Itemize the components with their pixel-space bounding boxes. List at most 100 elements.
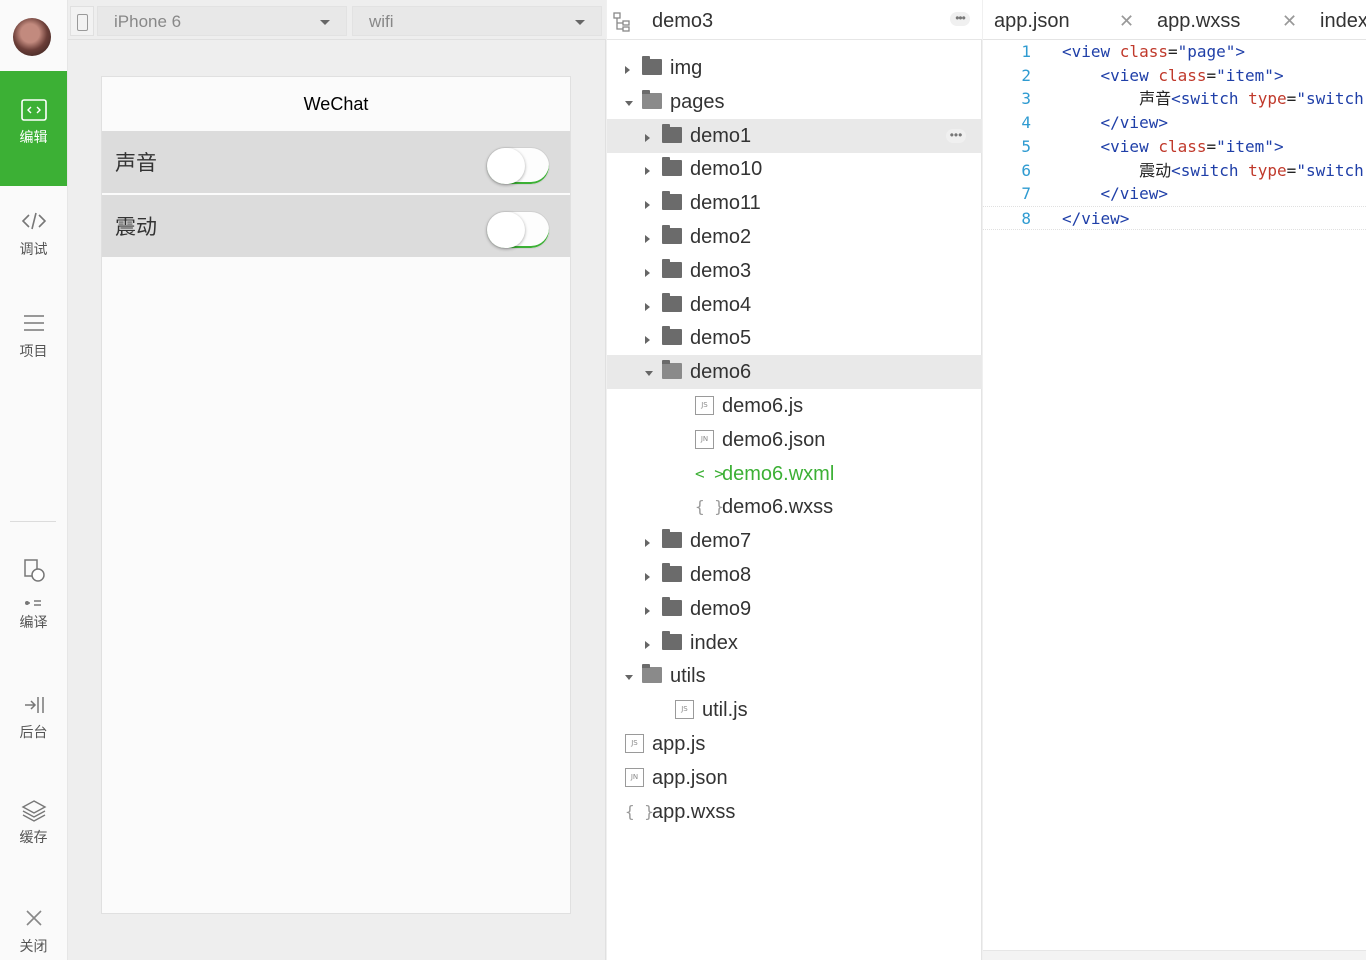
tree-item[interactable]: JS app.js — [607, 727, 982, 761]
chevron-down-icon[interactable] — [625, 101, 633, 106]
close-tab-icon[interactable]: ✕ — [1119, 0, 1134, 39]
tree-item[interactable]: { } app.wxss — [607, 795, 982, 829]
code-text: </view> — [1062, 208, 1130, 228]
network-select-value: wifi — [369, 12, 394, 31]
sound-switch[interactable] — [486, 147, 550, 185]
tab-app-wxss[interactable]: app.wxss ✕ — [1157, 0, 1307, 39]
vibrate-switch[interactable] — [486, 211, 550, 249]
line-number: 8 — [1021, 208, 1031, 228]
device-toggle-button[interactable] — [70, 6, 94, 36]
chevron-right-icon[interactable] — [645, 336, 650, 344]
nav-cache-button[interactable]: 缓存 — [0, 799, 67, 847]
chevron-right-icon[interactable] — [645, 539, 650, 547]
code-line: 6 震动<switch type="switch — [983, 159, 1366, 183]
tab-label: app.wxss — [1157, 10, 1241, 32]
chevron-right-icon[interactable] — [645, 134, 650, 142]
tree-item[interactable]: index — [607, 626, 982, 660]
project-name: demo3 — [652, 10, 714, 32]
tree-item[interactable]: demo9 — [607, 592, 982, 626]
tree-item-label: img — [670, 57, 703, 79]
tree-item[interactable]: pages — [607, 85, 982, 119]
tree-item-label: demo10 — [690, 158, 763, 180]
device-select[interactable]: iPhone 6 — [97, 6, 347, 36]
simulator-toolbar: iPhone 6 wifi — [68, 0, 606, 40]
tree-item[interactable]: JS util.js — [607, 693, 982, 727]
nav-close-button[interactable]: 关闭 — [0, 908, 67, 956]
horizontal-scrollbar[interactable] — [983, 950, 1366, 960]
tree-item[interactable]: demo11 — [607, 186, 982, 220]
editor-tabs: app.json ✕ app.wxss ✕ index — [983, 0, 1366, 40]
file-icon: JN — [625, 768, 644, 787]
network-select[interactable]: wifi — [352, 6, 602, 36]
tree-item[interactable]: demo6 — [607, 355, 982, 389]
nav-debug-button[interactable]: 调试 — [0, 211, 67, 259]
nav-compile-label: 编译 — [19, 615, 48, 631]
tree-item-label: app.js — [652, 733, 706, 755]
folder-icon — [662, 529, 682, 548]
chevron-right-icon[interactable] — [645, 573, 650, 581]
code-text: <view class="item"> — [1100, 136, 1284, 156]
code-text: 震动<switch type="switch — [1139, 160, 1364, 180]
file-icon: JN — [695, 430, 714, 449]
tree-item[interactable]: demo3 — [607, 254, 982, 288]
tree-item[interactable]: utils — [607, 659, 982, 693]
chevron-down-icon — [320, 20, 330, 25]
chevron-right-icon[interactable] — [645, 269, 650, 277]
tree-item[interactable]: demo2 — [607, 220, 982, 254]
tree-item[interactable]: demo1 ••• — [607, 119, 982, 153]
setting-label: 声音 — [115, 151, 157, 175]
cache-layers-icon — [0, 799, 67, 823]
chevron-down-icon[interactable] — [645, 371, 653, 376]
more-options-icon[interactable]: ••• — [946, 129, 966, 143]
nav-background-label: 后台 — [19, 725, 48, 741]
tree-item[interactable]: demo7 — [607, 524, 982, 558]
tree-item-label: demo8 — [690, 564, 752, 586]
close-tab-icon[interactable]: ✕ — [1282, 0, 1297, 39]
tab-app-json[interactable]: app.json ✕ — [994, 0, 1154, 39]
folder-icon — [662, 293, 682, 312]
user-avatar[interactable] — [13, 18, 51, 56]
compile-icon — [0, 556, 67, 608]
tree-item[interactable]: demo4 — [607, 288, 982, 322]
tree-item[interactable]: < > demo6.wxml — [607, 457, 982, 491]
code-line: 8 </view> — [983, 205, 1366, 230]
chevron-right-icon[interactable] — [645, 641, 650, 649]
folder-icon — [662, 326, 682, 345]
code-text: </view> — [1100, 113, 1168, 133]
more-options-icon[interactable]: ••• — [950, 12, 970, 26]
chevron-right-icon[interactable] — [625, 66, 630, 74]
folder-icon — [642, 56, 662, 75]
chevron-right-icon[interactable] — [645, 303, 650, 311]
code-text: <view class="page"> — [1062, 42, 1246, 61]
nav-project-button[interactable]: 项目 — [0, 313, 67, 361]
tree-item[interactable]: JS demo6.js — [607, 389, 982, 423]
tree-item[interactable]: demo5 — [607, 321, 982, 355]
file-icon: JS — [625, 734, 644, 753]
tree-item-label: demo5 — [690, 327, 752, 349]
line-number: 5 — [1021, 136, 1031, 156]
chevron-right-icon[interactable] — [645, 607, 650, 615]
tree-item[interactable]: demo8 — [607, 558, 982, 592]
chevron-down-icon[interactable] — [625, 675, 633, 680]
nav-background-button[interactable]: 后台 — [0, 694, 67, 742]
tree-item[interactable]: JN demo6.json — [607, 423, 982, 457]
nav-cache-label: 缓存 — [19, 830, 48, 846]
folder-icon — [662, 563, 682, 582]
file-icon: JS — [695, 396, 714, 415]
tree-structure-icon[interactable] — [613, 12, 631, 32]
nav-edit-button[interactable]: 编辑 — [0, 71, 67, 186]
tab-index[interactable]: index — [1320, 0, 1366, 39]
chevron-down-icon — [575, 20, 585, 25]
nav-project-label: 项目 — [19, 344, 48, 360]
code-text: </view> — [1100, 184, 1168, 204]
tree-item-label: demo6.js — [722, 395, 804, 417]
chevron-right-icon[interactable] — [645, 235, 650, 243]
chevron-right-icon[interactable] — [645, 167, 650, 175]
tree-item[interactable]: demo10 — [607, 152, 982, 186]
chevron-right-icon[interactable] — [645, 201, 650, 209]
tree-item-label: demo3 — [690, 260, 752, 282]
tree-item[interactable]: img — [607, 51, 982, 85]
nav-compile-button[interactable]: 编译 — [0, 556, 67, 632]
tree-item[interactable]: JN app.json — [607, 761, 982, 795]
tree-item[interactable]: { } demo6.wxss — [607, 490, 982, 524]
